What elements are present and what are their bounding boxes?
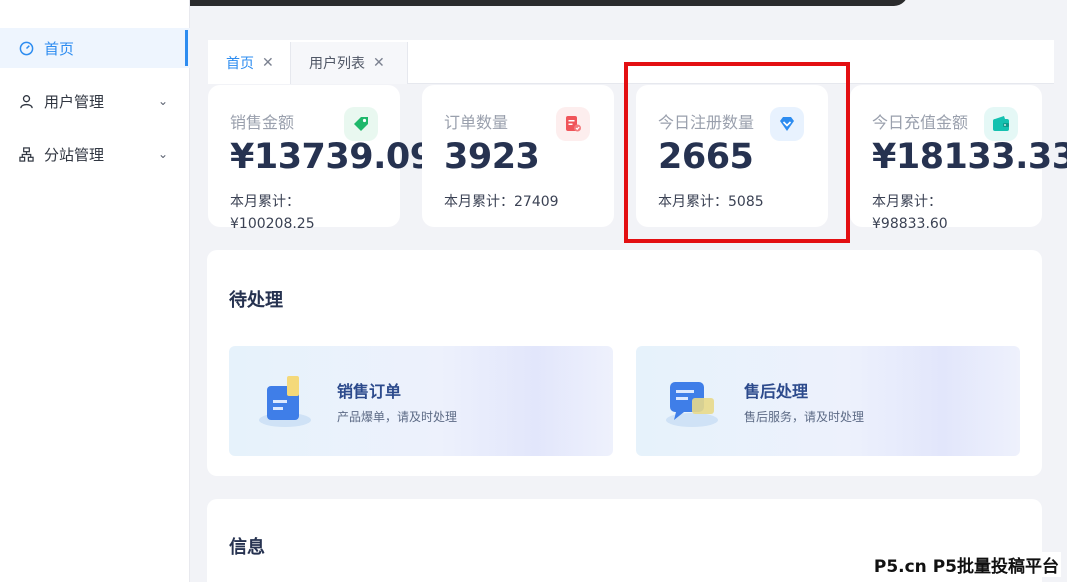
pending-item-title: 售后处理 (744, 382, 809, 401)
stat-label: 销售金额 (230, 113, 295, 132)
stat-value: ¥13739.09 (230, 137, 434, 177)
stat-value: ¥18133.33 (872, 137, 1067, 177)
sidebar-item-label: 分站管理 (44, 145, 105, 164)
dashboard-icon (18, 40, 34, 56)
pending-item-title: 销售订单 (337, 382, 402, 401)
wallet-icon (984, 107, 1018, 141)
stat-monthly-total: 本月累计： ¥100208.25 (230, 194, 315, 232)
stat-monthly-total: 本月累计： ¥98833.60 (872, 194, 948, 232)
stat-value: 3923 (444, 137, 540, 177)
watermark: P5.cn P5批量投稿平台 (871, 552, 1061, 577)
order-icon (556, 107, 590, 141)
sales-order-icon (259, 376, 311, 427)
sidebar-item-label: 用户管理 (44, 92, 105, 111)
chevron-down-icon[interactable]: ⌄ (158, 147, 168, 161)
chevron-down-icon[interactable]: ⌄ (158, 94, 168, 108)
panel-title: 信息 (229, 537, 265, 558)
close-icon[interactable]: ✕ (262, 55, 274, 71)
tag-icon (344, 107, 378, 141)
stat-monthly-total: 本月累计：27409 (444, 194, 559, 210)
highlight-box (624, 62, 850, 243)
panel-title: 待处理 (229, 290, 283, 311)
tab-label: 首页 (226, 56, 254, 72)
pending-item-after-sales[interactable]: 售后处理 售后服务，请及时处理 (636, 346, 1020, 456)
sidebar: 首页 用户管理 ⌄ 分站管理 ⌄ (0, 0, 190, 582)
pending-panel: 待处理 销售订单 产品爆单，请及时处理 售后处理 售后服务，请及时处理 (207, 250, 1042, 476)
stat-label: 订单数量 (444, 113, 509, 132)
stat-label: 今日充值金额 (872, 113, 969, 132)
sidebar-item-substation-management[interactable]: 分站管理 ⌄ (0, 134, 190, 174)
close-icon[interactable]: ✕ (373, 55, 385, 71)
tab-label: 用户列表 (309, 56, 365, 72)
sitemap-icon (18, 146, 34, 162)
pending-item-sales-order[interactable]: 销售订单 产品爆单，请及时处理 (229, 346, 613, 456)
stat-card-sales-amount: 销售金额 ¥13739.09 本月累计： ¥100208.25 (208, 85, 434, 232)
pending-item-desc: 产品爆单，请及时处理 (337, 410, 458, 424)
sidebar-item-home[interactable]: 首页 (0, 28, 190, 68)
sidebar-item-label: 首页 (44, 39, 75, 58)
pending-item-desc: 售后服务，请及时处理 (744, 410, 865, 424)
stat-card-order-count: 订单数量 3923 本月累计：27409 (422, 85, 614, 227)
user-icon (18, 93, 34, 109)
after-sales-icon (666, 382, 718, 427)
tab-user-list[interactable]: 用户列表 ✕ (291, 42, 408, 84)
sidebar-item-user-management[interactable]: 用户管理 ⌄ (0, 81, 190, 121)
tab-home[interactable]: 首页 ✕ (208, 42, 291, 84)
stat-card-today-recharge: 今日充值金额 ¥18133.33 本月累计： ¥98833.60 (850, 85, 1067, 232)
